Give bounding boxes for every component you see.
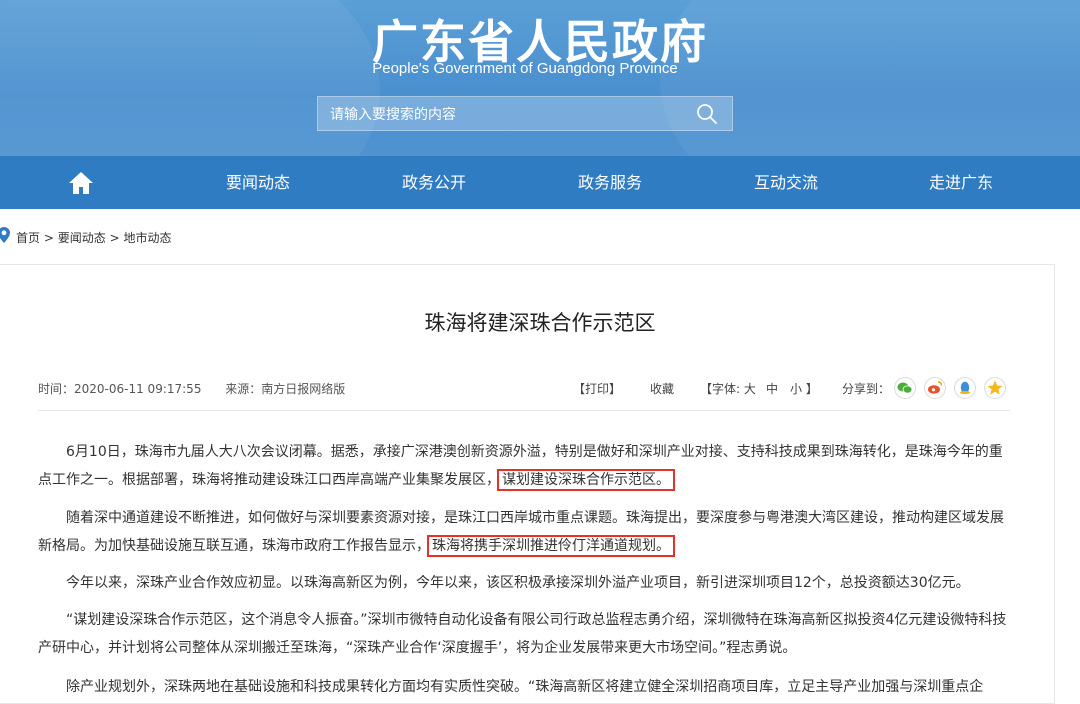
article-source: 来源：南方日报网络版 — [225, 382, 346, 396]
site-subtitle: People's Government of Guangdong Provinc… — [372, 60, 678, 77]
location-pin-icon — [0, 227, 10, 243]
site-header: 广东省人民政府 People's Government of Guangdong… — [0, 0, 1080, 156]
article-meta: 时间：2020-06-11 09:17:55 来源：南方日报网络版 — [38, 380, 345, 397]
breadcrumb-news[interactable]: 要闻动态 — [58, 231, 106, 245]
paragraph-5: 除产业规划外，深珠两地在基础设施和科技成果转化方面均有实质性突破。“珠海高新区将… — [66, 679, 984, 695]
paragraph-4: “谋划建设深珠合作示范区，这个消息令人振奋。”深圳市微特自动化设备有限公司行政总… — [38, 612, 1007, 656]
wechat-icon[interactable] — [894, 377, 916, 399]
breadcrumb-separator: > — [43, 231, 54, 245]
highlight-box-2: 珠海将携手深圳推进伶仃洋通道规划。 — [427, 535, 675, 557]
home-icon[interactable] — [68, 171, 94, 195]
search-box — [317, 96, 733, 131]
search-icon[interactable] — [696, 103, 718, 125]
paragraph-2: 随着深中通道建设不断推进，如何做好与深圳要素资源对接，是珠江口西岸城市重点课题。… — [38, 504, 1012, 560]
font-size-large[interactable]: 【字体: 大 — [700, 380, 756, 397]
qzone-icon[interactable] — [984, 377, 1006, 399]
print-button[interactable]: 【打印】 — [573, 380, 621, 397]
search-input[interactable] — [328, 103, 682, 127]
favorite-button[interactable]: 收藏 — [650, 380, 674, 397]
breadcrumb-home[interactable]: 首页 — [16, 231, 40, 245]
nav-item-interaction[interactable]: 互动交流 — [726, 156, 846, 209]
breadcrumb-local[interactable]: 地市动态 — [123, 231, 171, 245]
paragraph-1: 6月10日，珠海市九届人大八次会议闭幕。据悉，承接广深港澳创新资源外溢，特别是做… — [38, 438, 1012, 494]
paragraph-3: 今年以来，深珠产业合作效应初显。以珠海高新区为例，今年以来，该区积极承接深圳外溢… — [66, 575, 970, 591]
meta-divider — [38, 410, 1010, 411]
nav-item-gov-affairs[interactable]: 政务公开 — [374, 156, 494, 209]
nav-item-about[interactable]: 走进广东 — [901, 156, 1021, 209]
highlight-box-1: 谋划建设深珠合作示范区。 — [497, 469, 675, 491]
font-size-small[interactable]: 小 】 — [790, 380, 818, 397]
nav-item-news[interactable]: 要闻动态 — [198, 156, 318, 209]
weibo-icon[interactable] — [924, 377, 946, 399]
publish-time: 时间：2020-06-11 09:17:55 — [38, 382, 202, 396]
share-label: 分享到： — [842, 382, 891, 396]
article-title: 珠海将建深珠合作示范区 — [424, 311, 656, 335]
qq-icon[interactable] — [954, 377, 976, 399]
breadcrumb-separator: > — [109, 231, 120, 245]
nav-item-services[interactable]: 政务服务 — [550, 156, 670, 209]
font-size-medium[interactable]: 中 — [766, 380, 778, 397]
main-nav: 要闻动态 政务公开 政务服务 互动交流 走进广东 — [0, 156, 1080, 209]
